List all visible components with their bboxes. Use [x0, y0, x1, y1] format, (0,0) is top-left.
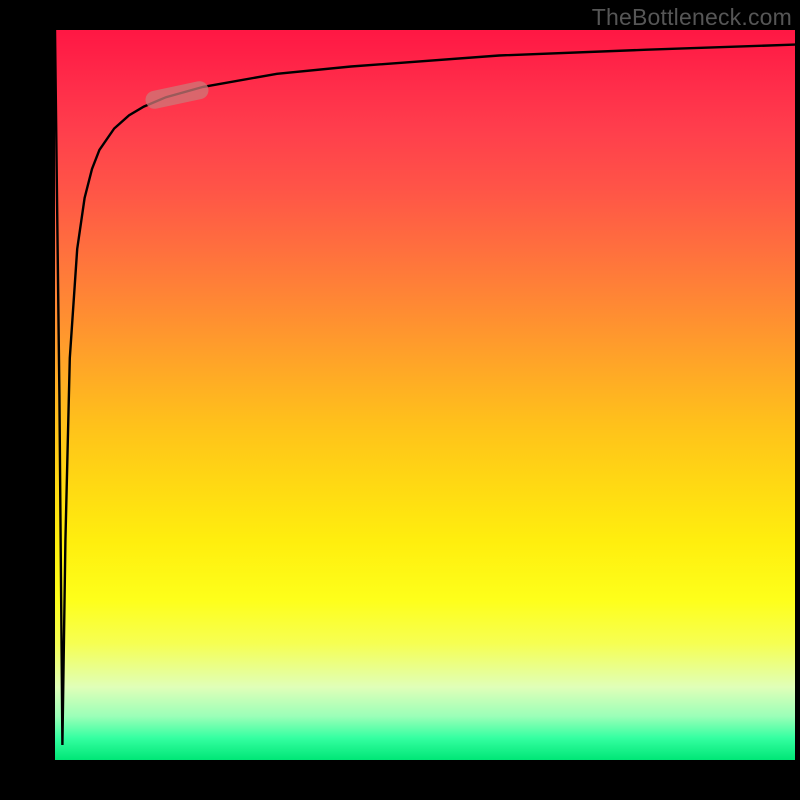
- watermark-text: TheBottleneck.com: [592, 4, 792, 31]
- chart-frame: TheBottleneck.com: [0, 0, 800, 800]
- curve-layer: [55, 30, 795, 760]
- bottleneck-curve: [55, 30, 795, 745]
- plot-area: [55, 30, 795, 760]
